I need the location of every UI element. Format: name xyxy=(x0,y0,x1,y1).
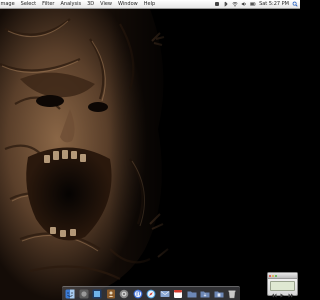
mini-player-titlebar[interactable] xyxy=(268,273,297,279)
dock xyxy=(62,286,240,300)
photoshop-icon[interactable] xyxy=(92,289,102,299)
menu-3d[interactable]: 3D xyxy=(84,0,97,8)
mini-player-display xyxy=(270,281,295,291)
menu-select[interactable]: Select xyxy=(18,0,39,8)
battery-icon[interactable] xyxy=(250,1,256,7)
bluetooth-icon[interactable] xyxy=(223,1,229,7)
wifi-icon[interactable] xyxy=(232,1,238,7)
desktop: Image Select Filter Analysis 3D View Win… xyxy=(0,0,300,300)
volume-icon[interactable] xyxy=(241,1,247,7)
safari-icon[interactable] xyxy=(146,289,156,299)
menubar-clock[interactable]: Sat 5:27 PM xyxy=(259,0,289,8)
menu-filter[interactable]: Filter xyxy=(39,0,57,8)
menu-view[interactable]: View xyxy=(97,0,115,8)
mini-player-controls xyxy=(268,292,297,298)
menu-list: Image Select Filter Analysis 3D View Win… xyxy=(0,0,158,8)
downloads-folder-icon[interactable] xyxy=(200,289,210,299)
menu-image[interactable]: Image xyxy=(0,0,18,8)
zoom-icon[interactable] xyxy=(275,274,277,277)
itunes-icon[interactable] xyxy=(133,289,143,299)
trash-icon[interactable] xyxy=(227,289,237,299)
close-icon[interactable] xyxy=(269,274,271,277)
app-icon[interactable] xyxy=(79,289,89,299)
documents-folder-icon[interactable] xyxy=(214,289,224,299)
app-indicator-icon[interactable] xyxy=(214,1,220,7)
ical-icon[interactable] xyxy=(173,289,183,299)
menu-help[interactable]: Help xyxy=(141,0,158,8)
desktop-wallpaper xyxy=(0,9,300,300)
menubar: Image Select Filter Analysis 3D View Win… xyxy=(0,0,300,9)
mail-icon[interactable] xyxy=(160,289,170,299)
spotlight-search-icon[interactable] xyxy=(292,1,298,7)
next-track-icon[interactable] xyxy=(288,293,294,298)
address-book-icon[interactable] xyxy=(106,289,116,299)
system-preferences-icon[interactable] xyxy=(119,289,129,299)
mini-player[interactable] xyxy=(267,272,298,298)
finder-icon[interactable] xyxy=(65,289,75,299)
menu-window[interactable]: Window xyxy=(115,0,141,8)
menu-analysis[interactable]: Analysis xyxy=(58,0,85,8)
previous-track-icon[interactable] xyxy=(271,293,277,298)
play-pause-icon[interactable] xyxy=(279,293,285,298)
minimize-icon[interactable] xyxy=(272,274,274,277)
status-area: Sat 5:27 PM xyxy=(214,0,298,8)
folder-icon[interactable] xyxy=(187,289,197,299)
